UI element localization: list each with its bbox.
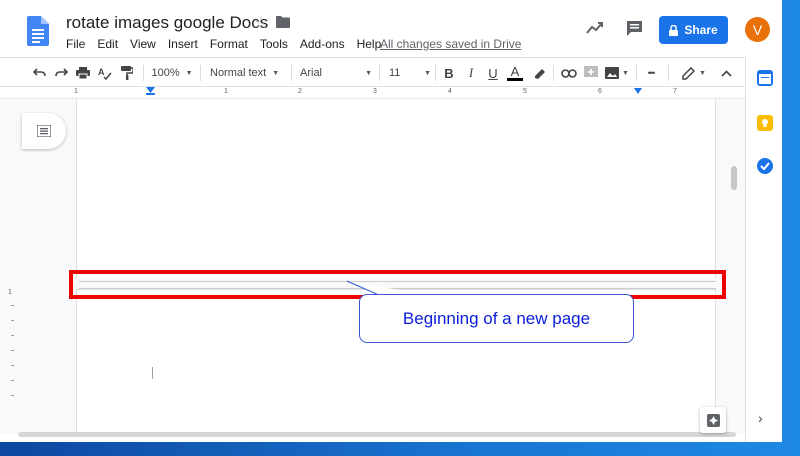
paint-format-icon[interactable] bbox=[120, 64, 134, 82]
explore-button[interactable] bbox=[700, 407, 726, 433]
formatting-toolbar: A 100% ▼ Normal text ▼ Arial ▼ 11 ▼ B I U A bbox=[0, 57, 745, 87]
share-button[interactable]: Share bbox=[659, 16, 728, 44]
caret-down-icon: ▼ bbox=[622, 69, 629, 77]
document-page[interactable] bbox=[76, 99, 716, 279]
add-comment-icon[interactable] bbox=[584, 64, 598, 82]
ruler-number: 1 bbox=[224, 88, 228, 95]
chevron-up-icon[interactable] bbox=[719, 64, 733, 82]
svg-text:1: 1 bbox=[8, 289, 12, 296]
italic-button[interactable]: I bbox=[465, 64, 477, 82]
text-color-swatch bbox=[507, 77, 523, 81]
menu-format[interactable]: Format bbox=[210, 37, 248, 51]
ruler-number: 3 bbox=[373, 88, 377, 95]
menu-view[interactable]: View bbox=[130, 37, 156, 51]
toolbar-divider bbox=[200, 65, 201, 81]
undo-icon[interactable] bbox=[32, 64, 46, 82]
menu-tools[interactable]: Tools bbox=[260, 37, 288, 51]
horizontal-scrollbar[interactable] bbox=[18, 432, 736, 437]
zoom-value: 100% bbox=[151, 67, 180, 79]
chevron-right-icon[interactable]: › bbox=[758, 410, 763, 426]
spellcheck-icon[interactable]: A bbox=[98, 64, 112, 82]
list-icon bbox=[37, 125, 51, 137]
tasks-icon[interactable] bbox=[757, 158, 773, 174]
zoom-select[interactable]: 100% ▼ bbox=[151, 64, 193, 82]
font-family-value: Arial bbox=[300, 67, 323, 79]
toolbar-divider bbox=[553, 65, 554, 81]
menu-insert[interactable]: Insert bbox=[168, 37, 198, 51]
lock-icon bbox=[669, 24, 679, 36]
activity-dashboard-icon[interactable] bbox=[586, 21, 604, 35]
ruler-scale: 1 1 2 3 4 5 6 7 bbox=[74, 88, 716, 97]
font-size-value: 11 bbox=[389, 67, 401, 79]
bold-button[interactable]: B bbox=[443, 64, 455, 82]
document-canvas[interactable] bbox=[0, 99, 745, 434]
link-icon[interactable] bbox=[561, 64, 577, 82]
share-label: Share bbox=[684, 23, 718, 37]
right-indent-marker-icon[interactable] bbox=[634, 88, 642, 95]
toolbar-divider bbox=[291, 65, 292, 81]
caret-down-icon: ▼ bbox=[424, 69, 431, 77]
ruler-number: 4 bbox=[448, 88, 452, 95]
editing-mode-button[interactable]: ▼ bbox=[680, 64, 708, 82]
caret-down-icon: ▼ bbox=[272, 69, 280, 77]
font-size-select[interactable]: 11 ▼ bbox=[389, 64, 431, 82]
text-color-letter: A bbox=[510, 63, 520, 79]
print-icon[interactable] bbox=[76, 64, 90, 82]
underline-button[interactable]: U bbox=[487, 64, 499, 82]
svg-text:A: A bbox=[98, 67, 105, 77]
browser-window: rotate images google Docs ☆ File Edit Vi… bbox=[0, 0, 782, 442]
document-outline-button[interactable] bbox=[22, 113, 66, 149]
font-family-select[interactable]: Arial ▼ bbox=[300, 64, 372, 82]
star-icon[interactable]: ☆ bbox=[254, 13, 268, 33]
toolbar-divider bbox=[435, 65, 436, 81]
comment-history-icon[interactable] bbox=[626, 20, 643, 37]
paragraph-style-select[interactable]: Normal text ▼ bbox=[210, 64, 286, 82]
explore-icon bbox=[706, 413, 720, 427]
google-docs-logo-icon[interactable] bbox=[27, 16, 49, 46]
ruler-number: 2 bbox=[298, 88, 302, 95]
folder-icon[interactable] bbox=[276, 16, 290, 28]
caret-down-icon: ▼ bbox=[185, 69, 193, 77]
caret-down-icon: ▼ bbox=[365, 69, 372, 77]
docs-header: rotate images google Docs ☆ File Edit Vi… bbox=[0, 0, 782, 56]
menu-bar: File Edit View Insert Format Tools Add-o… bbox=[66, 37, 393, 51]
text-color-button[interactable]: A bbox=[507, 64, 523, 82]
toolbar-divider bbox=[636, 65, 637, 81]
toolbar-divider bbox=[668, 65, 669, 81]
callout-label: Beginning of a new page bbox=[359, 294, 634, 343]
caret-down-icon: ▼ bbox=[699, 69, 706, 77]
vertical-ruler[interactable]: 1 bbox=[8, 285, 16, 405]
vertical-scrollbar-thumb[interactable] bbox=[731, 166, 737, 190]
ruler-number: 5 bbox=[523, 88, 527, 95]
more-options-button[interactable]: ••• bbox=[643, 64, 659, 82]
pencil-icon bbox=[682, 66, 696, 80]
menu-edit[interactable]: Edit bbox=[97, 37, 118, 51]
ruler-number: 7 bbox=[673, 88, 677, 95]
insert-image-icon[interactable]: ▼ bbox=[604, 64, 630, 82]
horizontal-ruler[interactable]: 1 1 2 3 4 5 6 7 bbox=[0, 87, 745, 99]
highlighter-icon[interactable] bbox=[532, 64, 546, 82]
ruler-number: 6 bbox=[598, 88, 602, 95]
redo-icon[interactable] bbox=[54, 64, 68, 82]
toolbar-divider bbox=[143, 65, 144, 81]
ruler-number: 1 bbox=[74, 88, 78, 95]
document-title[interactable]: rotate images google Docs bbox=[66, 13, 268, 33]
text-cursor bbox=[152, 367, 153, 379]
keep-icon[interactable] bbox=[757, 115, 773, 131]
menu-addons[interactable]: Add-ons bbox=[300, 37, 345, 51]
save-status-link[interactable]: All changes saved in Drive bbox=[380, 37, 521, 51]
paragraph-style-value: Normal text bbox=[210, 67, 267, 79]
user-avatar[interactable]: V bbox=[745, 17, 770, 42]
menu-file[interactable]: File bbox=[66, 37, 85, 51]
side-panel bbox=[745, 57, 782, 442]
toolbar-divider bbox=[379, 65, 380, 81]
left-indent-marker-icon[interactable] bbox=[146, 87, 155, 95]
menu-help[interactable]: Help bbox=[357, 37, 382, 51]
calendar-icon[interactable] bbox=[757, 70, 773, 86]
